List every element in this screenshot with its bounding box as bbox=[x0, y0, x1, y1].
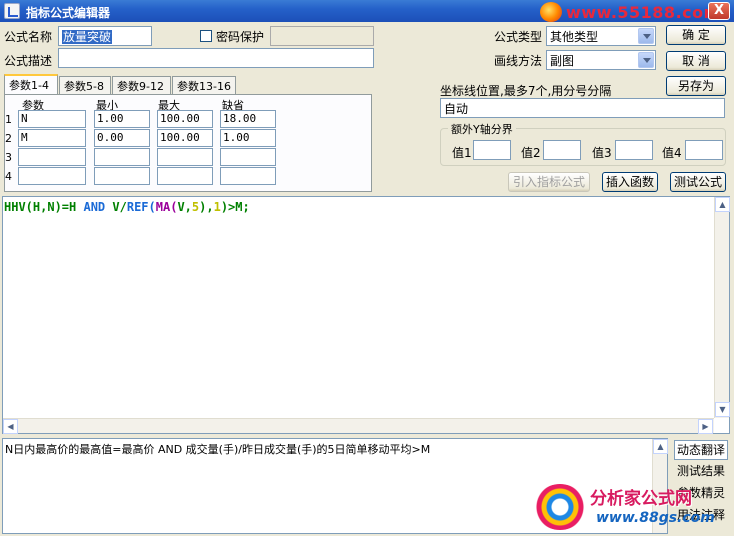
formula-type-value: 其他类型 bbox=[550, 30, 599, 44]
value3-label: 值3 bbox=[592, 146, 612, 160]
flower-logo-icon bbox=[534, 484, 586, 530]
translation-text: N日内最高价的最高值=最高价 AND 成交量(手)/昨日成交量(手)的5日简单移… bbox=[5, 443, 431, 456]
param-default-input[interactable] bbox=[220, 167, 276, 185]
value1-input[interactable] bbox=[473, 140, 511, 160]
param-max-input[interactable] bbox=[157, 148, 213, 166]
scroll-up-icon[interactable]: ▲ bbox=[653, 439, 668, 454]
site-watermark-logo: 分析家公式网 www.88gs.com bbox=[534, 478, 732, 534]
editor-horizontal-scrollbar[interactable]: ◀ ▶ bbox=[3, 418, 714, 434]
tab-params-5-8[interactable]: 参数5-8 bbox=[59, 76, 111, 94]
row-index: 3 bbox=[5, 151, 12, 164]
row-index: 2 bbox=[5, 132, 12, 145]
axis-position-label: 坐标线位置,最多7个,用分号分隔 bbox=[440, 84, 612, 98]
tab-params-1-4[interactable]: 参数1-4 bbox=[4, 74, 58, 94]
param-name-input[interactable] bbox=[18, 167, 86, 185]
param-min-input[interactable] bbox=[94, 167, 150, 185]
param-default-input[interactable]: 18.00 bbox=[220, 110, 276, 128]
formula-description-input[interactable] bbox=[58, 48, 374, 68]
save-as-button[interactable]: 另存为 bbox=[666, 76, 726, 96]
value4-input[interactable] bbox=[685, 140, 723, 160]
password-label: 密码保护 bbox=[216, 30, 265, 44]
param-default-input[interactable]: 1.00 bbox=[220, 129, 276, 147]
code-token: HHV(H,N)=H bbox=[4, 200, 84, 214]
value4-label: 值4 bbox=[662, 146, 682, 160]
app-icon bbox=[4, 3, 20, 19]
formula-name-value: 放量突破 bbox=[62, 30, 113, 44]
code-token: ), bbox=[199, 200, 214, 214]
tab-params-13-16[interactable]: 参数13-16 bbox=[172, 76, 236, 94]
draw-method-value: 副图 bbox=[550, 54, 575, 68]
window-title: 指标公式编辑器 bbox=[26, 6, 111, 20]
close-button[interactable]: X bbox=[708, 2, 730, 20]
chevron-down-icon[interactable] bbox=[638, 52, 654, 68]
formula-type-label: 公式类型 bbox=[494, 30, 543, 44]
param-default-input[interactable] bbox=[220, 148, 276, 166]
editor-vertical-scrollbar[interactable]: ▲ ▼ bbox=[714, 197, 730, 418]
param-min-input[interactable] bbox=[94, 148, 150, 166]
cancel-button[interactable]: 取 消 bbox=[666, 51, 726, 71]
formula-type-select[interactable]: 其他类型 bbox=[546, 26, 656, 46]
logo-url: www.88gs.com bbox=[596, 510, 715, 526]
draw-method-label: 画线方法 bbox=[494, 54, 543, 68]
extra-y-axis-title: 额外Y轴分界 bbox=[448, 121, 516, 137]
import-indicator-button[interactable]: 引入指标公式 bbox=[508, 172, 590, 192]
tab-params-9-12[interactable]: 参数9-12 bbox=[112, 76, 171, 94]
password-checkbox[interactable] bbox=[200, 30, 212, 42]
watermark-logo: www.55188.com bbox=[540, 2, 730, 22]
insert-function-button[interactable]: 插入函数 bbox=[602, 172, 658, 192]
scroll-down-icon[interactable]: ▼ bbox=[715, 402, 730, 417]
code-token: AND bbox=[83, 200, 106, 214]
dynamic-translation-button[interactable]: 动态翻译 bbox=[674, 440, 728, 460]
axis-position-input[interactable]: 自动 bbox=[440, 98, 725, 118]
code-token: V/ bbox=[105, 200, 127, 214]
formula-description-label: 公式描述 bbox=[4, 54, 53, 68]
scroll-up-icon[interactable]: ▲ bbox=[715, 197, 730, 212]
scroll-left-icon[interactable]: ◀ bbox=[3, 419, 18, 434]
code-token: REF( bbox=[126, 200, 156, 214]
password-input[interactable] bbox=[270, 26, 374, 46]
row-index: 1 bbox=[5, 113, 12, 126]
param-name-input[interactable]: N bbox=[18, 110, 86, 128]
formula-editor[interactable] bbox=[2, 196, 730, 434]
param-max-input[interactable] bbox=[157, 167, 213, 185]
scroll-right-icon[interactable]: ▶ bbox=[698, 419, 713, 434]
param-min-input[interactable]: 0.00 bbox=[94, 129, 150, 147]
param-max-input[interactable]: 100.00 bbox=[157, 110, 213, 128]
formula-code-line[interactable]: HHV(H,N)=H AND V/REF(MA(V,5),1)>M; bbox=[4, 200, 250, 214]
test-formula-button[interactable]: 测试公式 bbox=[670, 172, 726, 192]
param-name-input[interactable] bbox=[18, 148, 86, 166]
code-token: V, bbox=[177, 200, 192, 214]
value1-label: 值1 bbox=[452, 146, 472, 160]
param-max-input[interactable]: 100.00 bbox=[157, 129, 213, 147]
code-token: )>M; bbox=[220, 200, 250, 214]
formula-name-label: 公式名称 bbox=[4, 30, 53, 44]
formula-name-input[interactable]: 放量突破 bbox=[58, 26, 152, 46]
code-token: 1 bbox=[213, 200, 221, 214]
param-name-input[interactable]: M bbox=[18, 129, 86, 147]
value3-input[interactable] bbox=[615, 140, 653, 160]
row-index: 4 bbox=[5, 170, 12, 183]
chevron-down-icon[interactable] bbox=[638, 28, 654, 44]
ok-button[interactable]: 确 定 bbox=[666, 25, 726, 45]
logo-title: 分析家公式网 bbox=[590, 489, 692, 509]
watermark-url: www.55188.com bbox=[566, 3, 721, 22]
draw-method-select[interactable]: 副图 bbox=[546, 50, 656, 70]
param-min-input[interactable]: 1.00 bbox=[94, 110, 150, 128]
code-token: MA( bbox=[155, 200, 178, 214]
watermark-emblem-icon bbox=[540, 2, 562, 22]
value2-input[interactable] bbox=[543, 140, 581, 160]
value2-label: 值2 bbox=[521, 146, 541, 160]
